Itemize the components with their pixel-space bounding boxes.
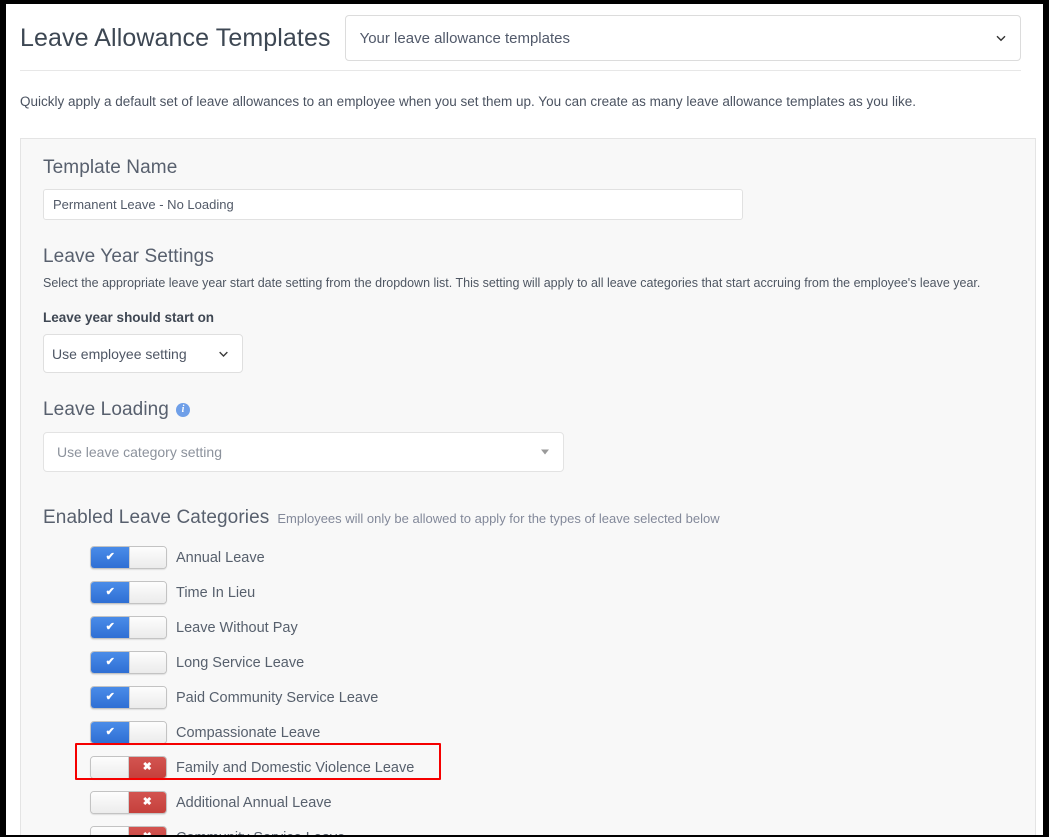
template-name-input[interactable] [43,189,743,220]
leave-category-row: ✔ Compassionate Leave [90,715,1011,750]
toggle-handle[interactable] [129,722,166,743]
cross-icon: ✖ [129,792,166,813]
toggle-handle[interactable] [91,757,129,778]
check-icon: ✔ [91,687,129,708]
leave-category-list: ✔ Annual Leave ✔ Time In Lieu ✔ Leave Without… [43,540,1011,835]
toggle-glyph: ✔ [106,692,115,703]
template-select-value: Your leave allowance templates [360,30,570,47]
cross-icon: ✖ [129,757,166,778]
toggle-handle[interactable] [129,652,166,673]
template-name-heading: Template Name [43,157,1011,179]
toggle-handle[interactable] [129,687,166,708]
leave-category-label: Leave Without Pay [176,620,298,636]
leave-category-label: Additional Annual Leave [176,795,332,811]
leave-category-row: ✔ Time In Lieu [90,575,1011,610]
leave-loading-select[interactable]: Use leave category setting [43,432,564,472]
spacer [43,373,1011,399]
template-form-panel: Template Name Leave Year Settings Select… [20,138,1036,835]
toggle-glyph: ✔ [106,552,115,563]
toggle-glyph: ✖ [143,832,152,835]
leave-category-label: Long Service Leave [176,655,304,671]
toggle-handle[interactable] [129,582,166,603]
leave-category-toggle[interactable]: ✔ [90,651,167,674]
spacer [43,220,1011,246]
toggle-glyph: ✖ [143,797,152,808]
leave-category-toggle[interactable]: ✔ [90,721,167,744]
leave-year-start-select[interactable]: Use employee setting [43,334,243,373]
header-divider [20,70,1021,71]
toggle-handle[interactable] [91,827,129,835]
leave-year-help-text: Select the appropriate leave year start … [43,275,1011,292]
intro-description: Quickly apply a default set of leave all… [20,93,1029,111]
leave-category-label: Compassionate Leave [176,725,320,741]
toggle-glyph: ✔ [106,587,115,598]
leave-category-label: Community Service Leave [176,830,345,836]
leave-category-toggle[interactable]: ✖ [90,791,167,814]
leave-year-start-label: Leave year should start on [43,310,1011,325]
cross-icon: ✖ [129,827,166,835]
leave-category-label: Paid Community Service Leave [176,690,378,706]
leave-loading-heading: Leave Loading [43,399,169,421]
leave-category-row: ✖ Family and Domestic Violence Leave [90,750,1011,785]
leave-category-row: ✔ Long Service Leave [90,645,1011,680]
leave-category-row: ✔ Leave Without Pay [90,610,1011,645]
enabled-categories-subtitle: Employees will only be allowed to apply … [277,511,719,526]
check-icon: ✔ [91,582,129,603]
leave-category-toggle[interactable]: ✖ [90,756,167,779]
toggle-glyph: ✔ [106,622,115,633]
leave-category-toggle[interactable]: ✖ [90,826,167,835]
leave-year-start-select-wrapper: Use employee setting [43,334,243,373]
leave-category-label: Annual Leave [176,550,265,566]
enabled-categories-header: Enabled Leave Categories Employees will … [43,507,1011,529]
page-title: Leave Allowance Templates [20,23,341,53]
leave-loading-header: Leave Loading i [43,399,1011,421]
spacer [43,498,1011,507]
leave-category-toggle[interactable]: ✔ [90,546,167,569]
check-icon: ✔ [91,617,129,638]
leave-year-settings-heading: Leave Year Settings [43,246,1011,268]
info-icon[interactable]: i [176,403,190,417]
check-icon: ✔ [91,652,129,673]
chevron-down-icon [995,32,1007,44]
toggle-handle[interactable] [91,792,129,813]
caret-down-icon [541,450,549,455]
toggle-handle[interactable] [129,547,166,568]
page-header: Leave Allowance Templates Your leave all… [6,4,1043,60]
toggle-handle[interactable] [129,617,166,638]
leave-category-toggle[interactable]: ✔ [90,616,167,639]
leave-category-label: Time In Lieu [176,585,255,601]
leave-category-row: ✖ Community Service Leave [90,820,1011,835]
template-select-dropdown[interactable]: Your leave allowance templates [345,15,1021,61]
toggle-glyph: ✔ [106,727,115,738]
leave-category-row: ✔ Annual Leave [90,540,1011,575]
check-icon: ✔ [91,722,129,743]
leave-category-row: ✔ Paid Community Service Leave [90,680,1011,715]
app-screen: Leave Allowance Templates Your leave all… [6,4,1043,835]
leave-category-toggle[interactable]: ✔ [90,581,167,604]
toggle-glyph: ✔ [106,657,115,668]
toggle-glyph: ✖ [143,762,152,773]
leave-category-label: Family and Domestic Violence Leave [176,760,414,776]
leave-loading-value: Use leave category setting [57,444,222,460]
check-icon: ✔ [91,547,129,568]
spacer [43,472,1011,498]
enabled-categories-heading: Enabled Leave Categories [43,507,269,529]
leave-category-toggle[interactable]: ✔ [90,686,167,709]
leave-category-row: ✖ Additional Annual Leave [90,785,1011,820]
